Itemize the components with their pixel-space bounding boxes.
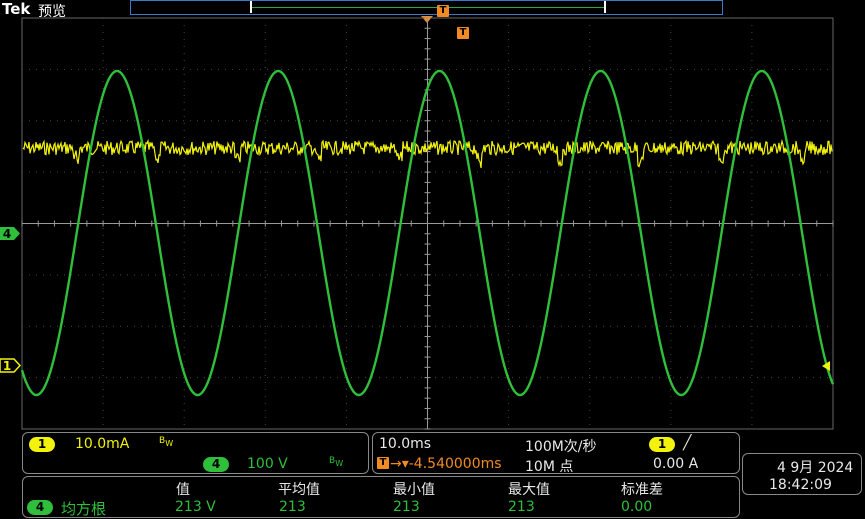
measurement-panel[interactable]: 值 平均值 最小值 最大值 标准差 4 均方根 213 V 213 213 21… xyxy=(22,476,740,518)
meas-value: 213 V xyxy=(175,499,216,515)
sample-rate: 100M次/秒 xyxy=(525,439,597,455)
ch1-scale: 10.0mA xyxy=(75,436,130,452)
horizontal-scale: 10.0ms xyxy=(379,436,432,452)
ch1-ground-marker[interactable]: 1 xyxy=(0,358,21,373)
record-length: 10M 点 xyxy=(525,459,574,475)
trigger-source-badge[interactable]: 1 xyxy=(649,437,675,452)
ch4-scale: 100 V xyxy=(247,456,288,472)
ch4-marker-label: 4 xyxy=(3,227,11,241)
meas-header-mean: 平均值 xyxy=(278,482,320,498)
graticule xyxy=(21,17,834,430)
ch1-badge[interactable]: 1 xyxy=(29,437,55,452)
ch4-ground-marker[interactable]: 4 xyxy=(0,226,21,241)
trigger-slope-icon: ╱ xyxy=(683,435,692,451)
ch4-bandwidth-icon: BW xyxy=(329,456,344,468)
meas-header-stddev: 标准差 xyxy=(621,482,663,498)
ch1-marker-label: 1 xyxy=(3,359,11,373)
meas-type: 均方根 xyxy=(61,500,107,518)
trigger-level-arrow-icon[interactable] xyxy=(822,361,830,371)
ch1-bandwidth-icon: BW xyxy=(159,436,174,448)
trigger-position[interactable]: →▾-4.540000ms xyxy=(390,456,502,472)
datetime-panel[interactable]: 4 9月 2024 18:42:09 xyxy=(742,453,862,495)
oscilloscope-display xyxy=(20,17,835,430)
meas-channel-badge[interactable]: 4 xyxy=(27,500,53,515)
meas-mean: 213 xyxy=(279,499,306,515)
meas-header-min: 最小值 xyxy=(393,482,435,498)
channel-settings-panel[interactable]: 1 10.0mA BW 4 100 V BW xyxy=(22,432,369,474)
meas-header-max: 最大值 xyxy=(508,482,550,498)
trigger-delay-icon: T xyxy=(377,457,389,469)
trigger-level: 0.00 A xyxy=(653,456,699,472)
meas-min: 213 xyxy=(393,499,420,515)
ch4-badge[interactable]: 4 xyxy=(203,457,229,472)
meas-max: 213 xyxy=(508,499,535,515)
timebase-panel[interactable]: 10.0ms 100M次/秒 1 ╱ T →▾-4.540000ms 10M 点… xyxy=(372,432,740,475)
time: 18:42:09 xyxy=(769,477,832,493)
meas-stddev: 0.00 xyxy=(621,499,653,515)
date: 4 9月 2024 xyxy=(777,460,854,476)
meas-header-value: 值 xyxy=(176,482,190,498)
